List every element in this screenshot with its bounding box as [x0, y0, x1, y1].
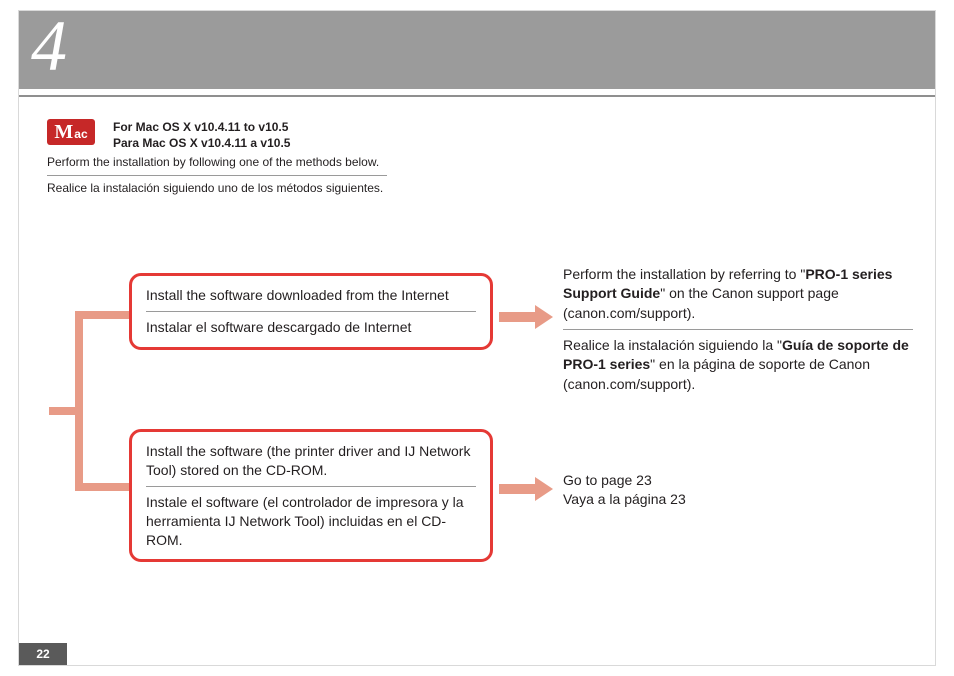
result-support-en: Perform the installation by referring to… [563, 265, 913, 330]
os-version-es: Para Mac OS X v10.4.11 a v10.5 [113, 135, 290, 151]
header-bar: 4 [19, 11, 935, 89]
page-number: 22 [19, 643, 67, 665]
flow-stem [75, 311, 83, 491]
option-download-es: Instalar el software descargado de Inter… [146, 318, 476, 337]
result-support-guide: Perform the installation by referring to… [563, 265, 913, 394]
header-rule [19, 95, 935, 97]
step-number: 4 [31, 5, 67, 88]
os-version-block: For Mac OS X v10.4.11 to v10.5 Para Mac … [113, 119, 290, 151]
result-support-es: Realice la instalación siguiendo la "Guí… [563, 336, 913, 394]
text: Perform the installation by referring to… [563, 266, 805, 282]
flow-stub [49, 407, 75, 415]
option-cdrom-en: Install the software (the printer driver… [146, 442, 476, 487]
arrow-icon [499, 305, 553, 329]
flow-branch-bottom [75, 483, 135, 491]
option-card-download: Install the software downloaded from the… [129, 273, 493, 350]
mac-badge: M ac [47, 119, 95, 145]
option-card-cdrom: Install the software (the printer driver… [129, 429, 493, 562]
page: 4 M ac For Mac OS X v10.4.11 to v10.5 Pa… [18, 10, 936, 666]
option-download-en: Install the software downloaded from the… [146, 286, 476, 312]
result-page23: Go to page 23 Vaya a la página 23 [563, 471, 913, 510]
result-page23-en: Go to page 23 [563, 471, 913, 490]
text: Realice la instalación siguiendo la " [563, 337, 782, 353]
intro-en: Perform the installation by following on… [47, 155, 387, 176]
arrow-icon [499, 477, 553, 501]
option-cdrom-es: Instale el software (el controlador de i… [146, 493, 476, 550]
flow-branch-top [75, 311, 135, 319]
os-version-en: For Mac OS X v10.4.11 to v10.5 [113, 119, 290, 135]
mac-badge-M: M [54, 122, 73, 142]
mac-badge-ac: ac [74, 128, 87, 140]
result-page23-es: Vaya a la página 23 [563, 490, 913, 509]
intro-es: Realice la instalación siguiendo uno de … [47, 181, 383, 195]
